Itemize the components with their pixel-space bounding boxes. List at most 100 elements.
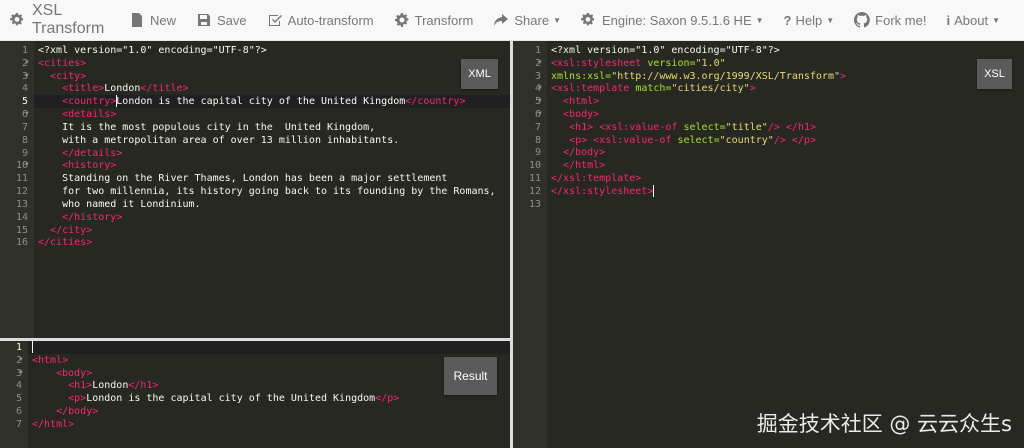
fork-label: Fork me! — [875, 12, 927, 28]
watermark: 掘金技术社区 @ 云云众生s — [756, 412, 1012, 436]
chevron-down-icon: ▼ — [553, 15, 562, 25]
result-tab-button[interactable]: Result — [444, 357, 497, 395]
code-line[interactable]: <body> — [28, 367, 510, 380]
code-line[interactable]: <city> — [34, 70, 510, 83]
code-line[interactable]: xmlns:xsl="http://www.w3.org/1999/XSL/Tr… — [547, 70, 1024, 83]
fold-arrow-icon[interactable]: ▼ — [18, 367, 24, 380]
code-token: </p> — [791, 134, 816, 146]
fold-arrow-icon[interactable]: ▼ — [24, 57, 30, 70]
code-line[interactable]: <html> — [28, 354, 510, 367]
code-token: <html> — [32, 354, 69, 366]
auto-transform-toggle[interactable]: Auto-transform — [257, 0, 384, 41]
save-button[interactable]: Save — [186, 0, 257, 41]
brand-title: XSL Transform — [32, 2, 105, 37]
code-line[interactable]: It is the most populous city in the Unit… — [34, 121, 510, 134]
code-line[interactable]: <?xml version="1.0" encoding="UTF-8"?> — [547, 44, 1024, 57]
code-token: "cities/city" — [671, 83, 750, 95]
fork-link[interactable]: Fork me! — [844, 0, 936, 41]
code-line[interactable]: with a metropolitan area of over 13 mill… — [34, 134, 510, 147]
result-code[interactable]: <html> <body> <h1>London</h1> <p>London … — [28, 341, 510, 448]
fold-arrow-icon[interactable]: ▼ — [537, 108, 543, 121]
code-token: select= — [677, 134, 720, 146]
chevron-down-icon: ▼ — [826, 15, 835, 25]
code-line[interactable]: <h1> <xsl:value-of select="title"/> </h1… — [547, 121, 1024, 134]
chevron-down-icon: ▼ — [992, 15, 1000, 25]
engine-dropdown[interactable]: Engine: Saxon 9.5.1.6 HE ▼ — [571, 0, 774, 41]
code-line[interactable]: </details> — [34, 147, 510, 160]
code-line[interactable]: <history> — [34, 159, 510, 172]
gears-icon — [10, 12, 26, 28]
code-line[interactable]: </html> — [547, 159, 1024, 172]
code-line[interactable]: </xsl:template> — [547, 172, 1024, 185]
fold-arrow-icon[interactable]: ▼ — [24, 70, 30, 83]
fold-arrow-icon[interactable]: ▼ — [537, 95, 543, 108]
code-line[interactable]: <p> <xsl:value-of select="country"/> </p… — [547, 134, 1024, 147]
code-token: </country> — [405, 96, 466, 108]
code-line[interactable]: </cities> — [34, 236, 510, 249]
about-dropdown[interactable]: i About ▼ — [936, 0, 1024, 41]
code-token: /> — [773, 134, 786, 146]
code-line[interactable]: who named it Londinium. — [34, 198, 510, 211]
code-line[interactable]: <xsl:stylesheet version="1.0" — [547, 57, 1024, 70]
code-line[interactable] — [28, 341, 510, 354]
code-line[interactable]: <xsl:template match="cities/city"> — [547, 82, 1024, 95]
xsl-tab-button[interactable]: XSL — [977, 59, 1012, 89]
line-number: 8 — [534, 134, 541, 146]
code-token: match= — [635, 83, 672, 95]
code-line[interactable]: </history> — [34, 211, 510, 224]
code-line[interactable] — [547, 198, 1024, 211]
code-token: > — [840, 70, 847, 82]
code-line[interactable]: </xsl:stylesheet> — [547, 184, 1024, 198]
code-token: > — [749, 83, 756, 95]
transform-button[interactable]: Transform — [384, 0, 484, 41]
code-line[interactable]: </city> — [34, 224, 510, 237]
fold-arrow-icon[interactable]: ▼ — [24, 108, 30, 121]
result-gutter: 1 2 ▼ 3 ▼ 4 5 6 7 — [0, 341, 28, 448]
share-dropdown[interactable]: Share ▼ — [483, 0, 571, 41]
code-line[interactable]: </body> — [28, 405, 510, 418]
code-token: <h1> — [68, 380, 93, 392]
code-line[interactable]: Standing on the River Thames, London has… — [34, 172, 510, 185]
vertical-splitter[interactable] — [510, 41, 513, 448]
code-line[interactable]: <?xml version="1.0" encoding="UTF-8"?> — [34, 44, 510, 57]
xsl-editor[interactable]: 1 2 ▼ 3 4 ▼ 5 ▼ 6 ▼ 7 8 9 10 11 12 13 <?xml version="1.0… — [513, 41, 1024, 448]
horizontal-splitter[interactable] — [0, 338, 510, 341]
code-line[interactable]: <cities> — [34, 57, 510, 70]
code-token: "title" — [725, 121, 768, 133]
code-line[interactable]: for two millennia, its history going bac… — [34, 185, 510, 198]
code-line[interactable]: <html> — [547, 95, 1024, 108]
code-line[interactable]: <p>London is the capital city of the Uni… — [28, 392, 510, 405]
result-editor[interactable]: 1 2 ▼ 3 ▼ 4 5 6 7 <html> <body> <h1>London</h1> … — [0, 341, 510, 448]
code-line[interactable]: <body> — [547, 108, 1024, 121]
fold-arrow-icon[interactable]: ▼ — [537, 57, 543, 70]
new-button[interactable]: New — [119, 0, 186, 41]
xml-editor[interactable]: 1 2 ▼ 3 ▼ 4 5 6 ▼ 7 8 9 10 ▼ 11 12 13 14 15 16 <?xml versio… — [0, 41, 510, 338]
xsl-gutter: 1 2 ▼ 3 4 ▼ 5 ▼ 6 ▼ 7 8 9 10 11 12 13 — [513, 41, 547, 448]
fold-arrow-icon[interactable]: ▼ — [18, 354, 24, 367]
code-token: <?xml version="1.0" encoding="UTF-8"?> — [551, 45, 780, 56]
question-icon: ? — [783, 12, 792, 28]
code-token: </html> — [32, 418, 75, 430]
brand[interactable]: XSL Transform — [0, 2, 119, 38]
line-number: 5 — [15, 393, 22, 405]
code-line[interactable]: <h1>London</h1> — [28, 379, 510, 392]
share-arrow-icon — [493, 12, 509, 28]
line-number: 7 — [15, 418, 22, 430]
xml-code[interactable]: <?xml version="1.0" encoding="UTF-8"?> <c… — [34, 41, 510, 338]
help-dropdown[interactable]: ? Help ▼ — [774, 0, 845, 41]
fold-arrow-icon[interactable]: ▼ — [537, 82, 543, 95]
code-token: <xsl:value-of — [599, 121, 678, 133]
line-number: 3 — [534, 70, 541, 82]
code-line[interactable]: </body> — [547, 146, 1024, 159]
fold-arrow-icon[interactable]: ▼ — [24, 159, 30, 172]
code-line[interactable]: <country>London is the capital city of t… — [34, 95, 510, 109]
code-line[interactable]: <details> — [34, 108, 510, 121]
xsl-code[interactable]: <?xml version="1.0" encoding="UTF-8"?> <x… — [547, 41, 1024, 448]
code-line[interactable]: <title>London</title> — [34, 82, 510, 95]
code-line[interactable]: </html> — [28, 418, 510, 431]
code-token: <xsl:stylesheet — [551, 57, 642, 69]
xml-tab-button[interactable]: XML — [461, 59, 498, 89]
